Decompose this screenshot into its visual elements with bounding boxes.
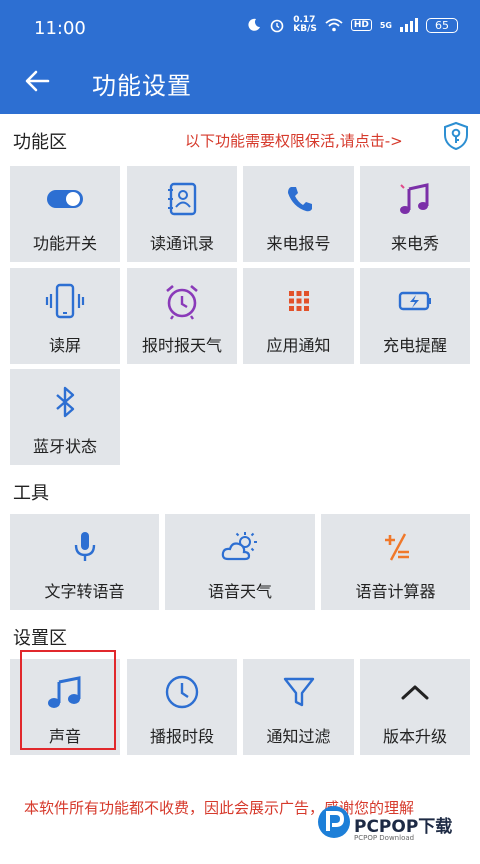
tile-voice-calculator[interactable]: 语音计算器 — [321, 514, 470, 610]
chevron-up-icon — [401, 685, 429, 700]
phone-icon — [287, 187, 312, 212]
app-bar: 功能设置 — [0, 58, 480, 114]
tile-text-to-speech[interactable]: 文字转语音 — [10, 514, 159, 610]
microphone-icon — [74, 532, 95, 561]
contacts-book-icon — [168, 182, 197, 216]
status-icons: 0.17 KB/S HD 5G 65 — [247, 16, 458, 34]
section-title-tools: 工具 — [13, 483, 49, 504]
shield-key-icon[interactable] — [441, 121, 471, 151]
signal-icon — [400, 18, 418, 32]
battery-indicator: 65 — [426, 17, 458, 33]
status-bar: 11:00 0.17 KB/S HD 5G 65 — [0, 0, 480, 58]
phone-vibrate-icon — [45, 283, 85, 319]
tile-label: 功能开关 — [32, 234, 97, 253]
alarm-icon — [270, 19, 284, 33]
tile-label: 版本升级 — [382, 727, 447, 746]
weather-icon — [221, 532, 257, 561]
tile-broadcast-period[interactable]: 播报时段 — [127, 659, 237, 755]
watermark-sub: PCPOP Download — [354, 834, 415, 842]
tile-charge-remind[interactable]: 充电提醒 — [360, 268, 470, 364]
calculator-icon — [384, 533, 409, 561]
back-arrow-icon[interactable] — [22, 66, 52, 96]
tile-label: 文字转语音 — [44, 582, 125, 601]
tile-label: 来电秀 — [390, 234, 439, 253]
tile-label: 语音计算器 — [355, 582, 436, 601]
hd-badge: HD — [350, 19, 372, 31]
permission-hint[interactable]: 以下功能需要权限保活,请点击-> — [185, 130, 403, 151]
tile-label: 读通讯录 — [149, 234, 214, 253]
wifi-icon — [325, 18, 343, 32]
tile-time-weather[interactable]: 报时报天气 — [127, 268, 237, 364]
tile-label: 语音天气 — [207, 582, 272, 601]
tile-label: 通知过滤 — [266, 727, 331, 746]
tile-read-contacts[interactable]: 读通讯录 — [127, 166, 237, 262]
music-note-icon — [400, 183, 429, 214]
tile-label: 应用通知 — [266, 336, 331, 355]
tile-voice-weather[interactable]: 语音天气 — [165, 514, 315, 610]
filter-icon — [283, 677, 314, 707]
tile-label: 播报时段 — [149, 727, 214, 746]
battery-charging-icon — [398, 291, 431, 311]
section-title-settings: 设置区 — [13, 628, 67, 649]
tile-label: 来电报号 — [266, 234, 331, 253]
alarm-clock-icon — [166, 285, 198, 320]
signal-label: 5G — [379, 20, 392, 30]
clock-icon — [165, 675, 199, 709]
tile-label: 蓝牙状态 — [32, 437, 97, 456]
grid-dots-icon — [288, 291, 309, 311]
selection-highlight — [20, 650, 116, 750]
page-title: 功能设置 — [92, 72, 192, 100]
section-title-features: 功能区 — [13, 132, 67, 153]
tile-app-notify[interactable]: 应用通知 — [243, 268, 354, 364]
toggle-icon — [47, 190, 83, 208]
tile-caller-announce[interactable]: 来电报号 — [243, 166, 354, 262]
tile-label: 报时报天气 — [141, 336, 222, 355]
tile-call-show[interactable]: 来电秀 — [360, 166, 470, 262]
tile-bluetooth[interactable]: 蓝牙状态 — [10, 369, 120, 465]
net-speed: 0.17 KB/S — [293, 15, 317, 34]
tile-label: 读屏 — [48, 336, 81, 355]
tile-label: 充电提醒 — [382, 336, 447, 355]
tile-feature-switch[interactable]: 功能开关 — [10, 166, 120, 262]
tile-screen-reader[interactable]: 读屏 — [10, 268, 120, 364]
status-time: 11:00 — [34, 18, 86, 39]
bluetooth-icon — [56, 386, 75, 418]
watermark: PCPOP下载 PCPOP Download — [316, 802, 466, 852]
tile-notify-filter[interactable]: 通知过滤 — [243, 659, 354, 755]
pcpop-logo-icon — [318, 806, 350, 838]
tile-version-upgrade[interactable]: 版本升级 — [360, 659, 470, 755]
moon-icon — [248, 18, 261, 31]
